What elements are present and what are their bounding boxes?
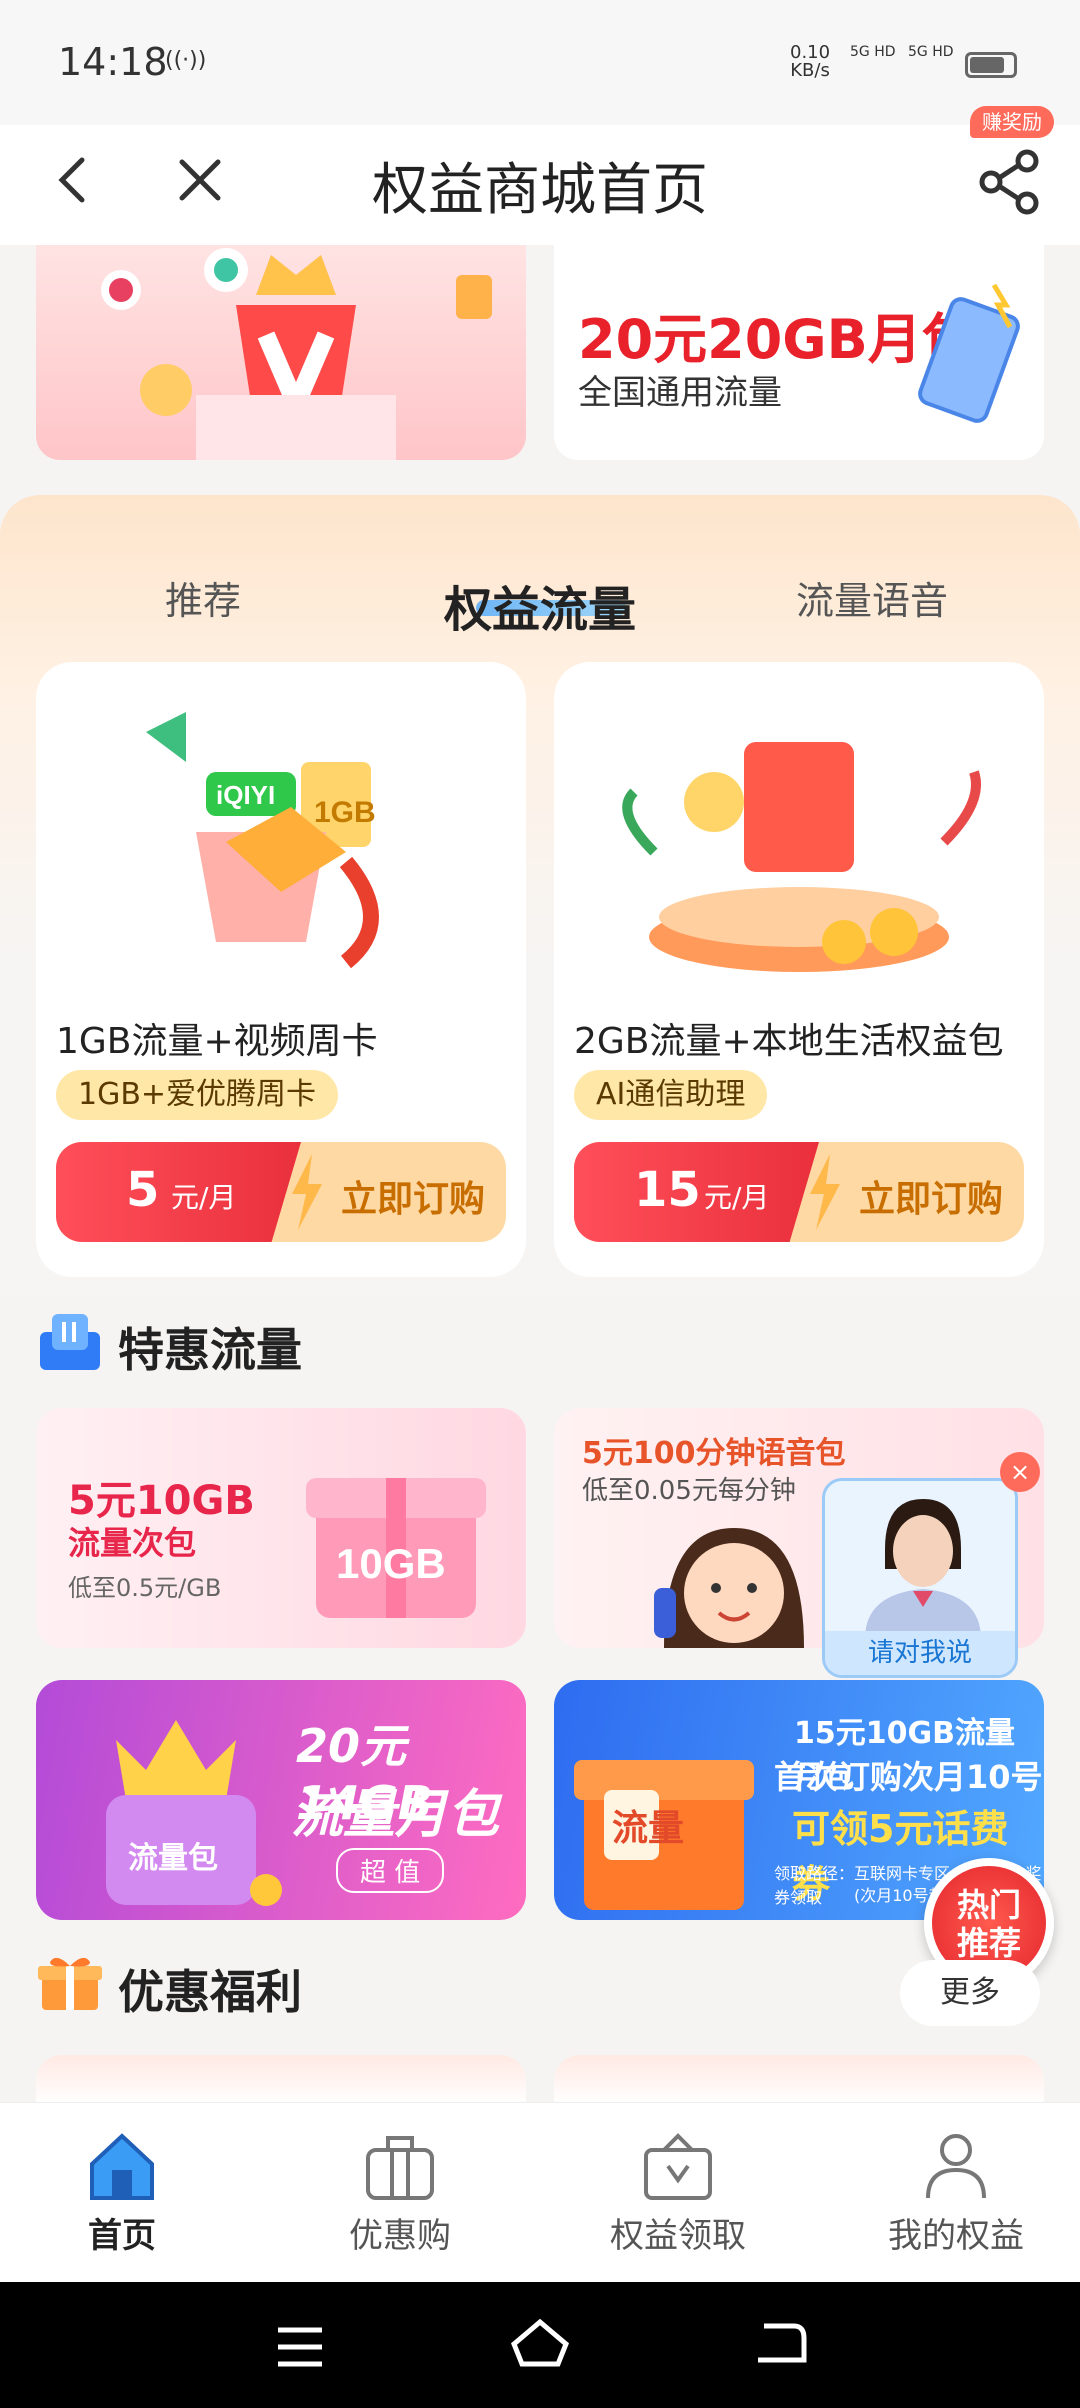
phone-icon	[918, 283, 1020, 423]
girl-on-phone-illustration	[654, 1528, 804, 1648]
back-nav-icon[interactable]	[750, 2316, 810, 2372]
system-nav-bar	[0, 2282, 1080, 2408]
reward-badge[interactable]: 赚奖励	[970, 106, 1054, 138]
clock: 14:18	[58, 40, 168, 84]
price-unit: 元/月	[171, 1181, 237, 1214]
tabbar-item-claim[interactable]: 权益领取	[578, 2130, 778, 2257]
crown-flow-pack-icon: 流量包	[106, 1720, 282, 1906]
video-gift-illustration: iQIYI 1GB	[146, 712, 379, 969]
product-name: 2GB流量+本地生活权益包	[574, 1021, 1004, 1062]
home-nav-icon[interactable]	[508, 2314, 572, 2374]
hotspot-icon: ((·))	[165, 48, 207, 73]
page-title: 权益商城首页	[372, 158, 708, 223]
subscribe-label: 立即订购	[859, 1179, 1004, 1220]
local-life-gift-illustration	[622, 742, 981, 972]
price-label: 15 元/月	[574, 1142, 819, 1242]
svg-text:流量: 流量	[612, 1807, 684, 1848]
flow-icon	[40, 1314, 100, 1370]
top-banner-left[interactable]	[36, 245, 526, 460]
nav-header: 权益商城首页	[0, 125, 1080, 245]
promo-card-20yuan-14gb[interactable]: 流量包 20元14GB 流量月包 超 值	[36, 1680, 526, 1920]
promo-card-10gb[interactable]: 5元10GB 流量次包 低至0.5元/GB 10GB	[36, 1408, 526, 1648]
status-bar: 14:18 ((·)) 0.10 KB/s 5G HD 5G HD	[0, 0, 1080, 125]
tab-recommend[interactable]: 推荐	[165, 570, 241, 625]
price-value: 15	[634, 1162, 701, 1218]
menu-icon[interactable]	[270, 2322, 330, 2372]
gb-label: 1GB	[314, 796, 376, 829]
product-name: 1GB流量+视频周卡	[56, 1021, 378, 1062]
more-button[interactable]: 更多	[900, 1960, 1040, 2026]
crown-gift-illustration	[101, 248, 492, 460]
welfare-card[interactable]	[554, 2055, 1044, 2105]
signal-sim1-icon: 5G HD	[850, 44, 896, 60]
lightning-icon	[292, 1154, 322, 1230]
svg-text:10GB: 10GB	[336, 1540, 446, 1587]
product-tag: 1GB+爱优腾周卡	[56, 1070, 339, 1120]
price-unit: 元/月	[704, 1181, 770, 1214]
bag-icon	[366, 2136, 434, 2200]
gift-box-icon: 10GB	[306, 1478, 486, 1618]
banner-subtitle: 全国通用流量	[578, 373, 782, 413]
share-icon[interactable]	[975, 147, 1045, 217]
flow-gift-box-icon: 流量	[574, 1760, 754, 1910]
tab-rights-flow[interactable]: 权益流量	[444, 570, 636, 640]
subscribe-label: 立即订购	[341, 1179, 486, 1220]
assistant-avatar	[865, 1499, 981, 1639]
welfare-card[interactable]	[36, 2055, 526, 2105]
tabbar-item-discount[interactable]: 优惠购	[300, 2130, 500, 2257]
product-card[interactable]: iQIYI 1GB 1GB流量+视频周卡 1GB+爱优腾周卡 5 元/月 立即订…	[36, 662, 526, 1277]
svg-text:流量包: 流量包	[128, 1841, 218, 1875]
top-banner-right[interactable]: 20元20GB月包 全国通用流量	[554, 245, 1044, 460]
box-icon	[644, 2133, 712, 2200]
close-icon[interactable]: ×	[1000, 1452, 1040, 1492]
section-title-welfare: 优惠福利	[118, 1965, 302, 2019]
battery-icon	[965, 52, 1017, 78]
network-speed: 0.10 KB/s	[790, 42, 831, 81]
subscribe-button[interactable]: 5 元/月 立即订购	[56, 1142, 506, 1242]
signal-sim2-icon: 5G HD	[908, 44, 954, 60]
product-tag: AI通信助理	[574, 1070, 768, 1120]
voice-assistant-widget[interactable]: 请对我说	[822, 1478, 1018, 1678]
iqiyi-logo: iQIYI	[216, 780, 275, 810]
subscribe-button[interactable]: 15 元/月 立即订购	[574, 1142, 1024, 1242]
tabbar-item-home[interactable]: 首页	[22, 2130, 222, 2257]
user-icon	[926, 2134, 986, 2199]
price-label: 5 元/月	[56, 1142, 301, 1242]
tab-flow-voice[interactable]: 流量语音	[796, 570, 948, 625]
home-icon	[90, 2133, 154, 2200]
assistant-label: 请对我说	[825, 1631, 1015, 1675]
gift-icon	[38, 1957, 102, 2010]
tabbar-item-my-rights[interactable]: 我的权益	[856, 2130, 1056, 2257]
lightning-icon	[810, 1154, 840, 1230]
section-title-special-flow: 特惠流量	[118, 1323, 302, 1377]
price-value: 5	[126, 1162, 160, 1218]
product-card[interactable]: 2GB流量+本地生活权益包 AI通信助理 15 元/月 立即订购	[554, 662, 1044, 1277]
